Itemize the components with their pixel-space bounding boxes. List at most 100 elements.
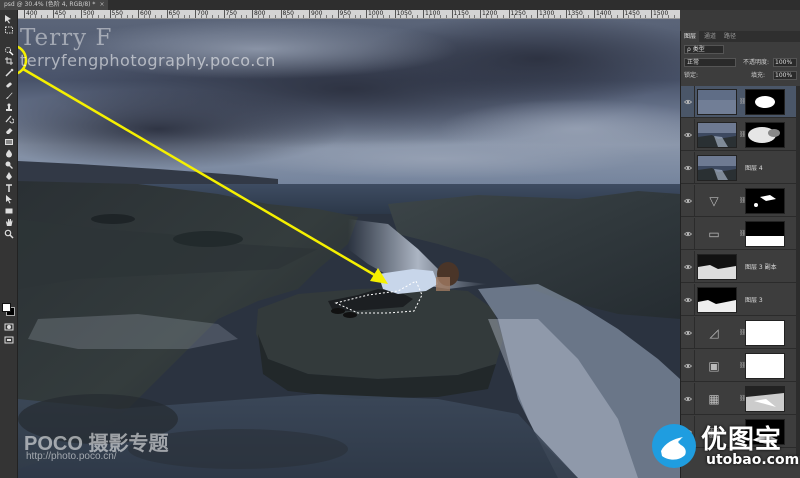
- tab-paths[interactable]: 路径: [721, 31, 739, 42]
- screen-mode-icon[interactable]: [3, 335, 15, 345]
- lock-row: 锁定: 填充: 100%: [681, 70, 800, 81]
- watermark-photographer: Terry F: [20, 25, 113, 51]
- photo-scene: [18, 19, 680, 478]
- layer-row[interactable]: ◿ ⛓: [681, 317, 800, 349]
- layer-thumbnail[interactable]: [697, 122, 737, 148]
- gradient-tool-icon[interactable]: [3, 137, 15, 147]
- rectangle-tool-icon[interactable]: [3, 206, 15, 216]
- layer-name[interactable]: 图层 3: [745, 295, 763, 304]
- layer-mask-thumbnail[interactable]: [745, 122, 785, 148]
- layer-separator: [694, 152, 695, 184]
- opacity-label: 不透明度:: [743, 59, 770, 66]
- path-selection-tool-icon[interactable]: [3, 194, 15, 204]
- ruler-label: 1150: [453, 10, 469, 17]
- layer-row[interactable]: ⛓: [681, 86, 800, 118]
- layer-row[interactable]: 图层 3: [681, 284, 800, 316]
- layer-row[interactable]: ⛓: [681, 119, 800, 151]
- layer-separator: [694, 86, 695, 118]
- layer-filter-row: ρ 类型: [681, 44, 800, 55]
- adjustment-layer-icon[interactable]: ▦: [701, 386, 727, 412]
- layer-mask-thumbnail[interactable]: [745, 188, 785, 214]
- blend-row: 正常 不透明度: 100%: [681, 57, 800, 68]
- dodge-tool-icon[interactable]: [3, 160, 15, 170]
- blur-tool-icon[interactable]: [3, 148, 15, 158]
- layer-mask-thumbnail[interactable]: [745, 89, 785, 115]
- eye-icon[interactable]: [684, 197, 692, 205]
- adjustment-layer-icon[interactable]: ◿: [701, 320, 727, 346]
- blend-mode-select[interactable]: 正常: [684, 58, 736, 67]
- utobao-cn: 优图宝: [701, 425, 783, 455]
- layer-name[interactable]: 图层 3 副本: [745, 262, 777, 271]
- adjustment-layer-icon[interactable]: ▣: [701, 353, 727, 379]
- eye-icon[interactable]: [684, 263, 692, 271]
- layer-separator: [694, 218, 695, 250]
- layer-row[interactable]: ▽ ⛓: [681, 185, 800, 217]
- pen-tool-icon[interactable]: [3, 171, 15, 181]
- layer-mask-thumbnail[interactable]: [745, 353, 785, 379]
- lock-label: 锁定:: [684, 72, 699, 79]
- layer-row[interactable]: ▭ ⛓: [681, 218, 800, 250]
- panel-tabs: 图层 通道 路径: [681, 31, 800, 42]
- eye-icon[interactable]: [684, 230, 692, 238]
- eye-icon[interactable]: [684, 98, 692, 106]
- eye-icon[interactable]: [684, 329, 692, 337]
- foreground-color-swatch[interactable]: [2, 303, 11, 312]
- layer-mask-thumbnail[interactable]: [745, 386, 785, 412]
- watermark-site: terryfengphotography.poco.cn: [20, 51, 276, 70]
- layer-thumbnail[interactable]: [697, 89, 737, 115]
- document-canvas[interactable]: Terry F terryfengphotography.poco.cn POC…: [18, 19, 680, 478]
- eye-icon[interactable]: [684, 164, 692, 172]
- eraser-tool-icon[interactable]: [3, 125, 15, 135]
- eye-icon[interactable]: [684, 296, 692, 304]
- ruler-label: 1300: [539, 10, 555, 17]
- layer-mask-thumbnail[interactable]: [745, 221, 785, 247]
- layer-name[interactable]: 图层 4: [745, 163, 763, 172]
- layer-row[interactable]: ▦ ⛓: [681, 383, 800, 415]
- layers-panel: 图层 通道 路径 ρ 类型 正常 不透明度: 100% 锁定: 填充: 100%…: [680, 31, 800, 478]
- hand-tool-icon[interactable]: [3, 217, 15, 227]
- poco-url: http://photo.poco.cn/: [26, 451, 117, 462]
- eye-icon[interactable]: [684, 395, 692, 403]
- layer-thumbnail[interactable]: [697, 254, 737, 280]
- ruler-label: 1400: [596, 10, 612, 17]
- history-brush-tool-icon[interactable]: [3, 114, 15, 124]
- horizontal-ruler: 400 450 500 550 600 650 700 750 800 850 900 950 1000…: [18, 10, 680, 19]
- ruler-label: 1450: [624, 10, 640, 17]
- layer-kind-filter[interactable]: ρ 类型: [684, 45, 724, 54]
- eye-icon[interactable]: [684, 131, 692, 139]
- layer-thumbnail[interactable]: [697, 287, 737, 313]
- eye-icon[interactable]: [684, 362, 692, 370]
- crop-tool-icon[interactable]: [3, 56, 15, 66]
- quick-selection-tool-icon[interactable]: [3, 46, 15, 56]
- marquee-tool-icon[interactable]: [3, 25, 15, 35]
- ruler-label: 1500: [653, 10, 669, 17]
- layer-separator: [694, 185, 695, 217]
- layer-row[interactable]: ▣ ⛓: [681, 350, 800, 382]
- type-tool-icon[interactable]: [3, 183, 15, 193]
- layer-thumbnail[interactable]: [697, 155, 737, 181]
- layer-row[interactable]: 图层 3 副本: [681, 251, 800, 283]
- opacity-field[interactable]: 100%: [773, 58, 797, 67]
- move-tool-icon[interactable]: [3, 14, 15, 24]
- layer-separator: [694, 251, 695, 283]
- tab-channels[interactable]: 通道: [701, 31, 719, 42]
- layers-scrollbar[interactable]: [796, 86, 800, 456]
- layer-mask-thumbnail[interactable]: [745, 320, 785, 346]
- brush-tool-icon[interactable]: [3, 91, 15, 101]
- layer-separator: [694, 383, 695, 415]
- ruler-label: 1100: [425, 10, 441, 17]
- bird-logo-icon: [652, 424, 696, 468]
- adjustment-layer-icon[interactable]: ▽: [701, 188, 727, 214]
- fill-field[interactable]: 100%: [773, 71, 797, 80]
- adjustment-layer-icon[interactable]: ▭: [701, 221, 727, 247]
- eyedropper-tool-icon[interactable]: [3, 68, 15, 78]
- close-icon[interactable]: ×: [99, 1, 104, 8]
- quick-mask-icon[interactable]: [3, 322, 15, 332]
- layer-row[interactable]: 图层 4: [681, 152, 800, 184]
- zoom-tool-icon[interactable]: [3, 229, 15, 239]
- tools-panel: [0, 10, 18, 478]
- document-tab[interactable]: psd @ 30.4% (色阶 4, RGB/8) * ×: [0, 0, 109, 10]
- healing-brush-tool-icon[interactable]: [3, 80, 15, 90]
- clone-stamp-tool-icon[interactable]: [3, 103, 15, 113]
- tab-layers[interactable]: 图层: [681, 31, 700, 42]
